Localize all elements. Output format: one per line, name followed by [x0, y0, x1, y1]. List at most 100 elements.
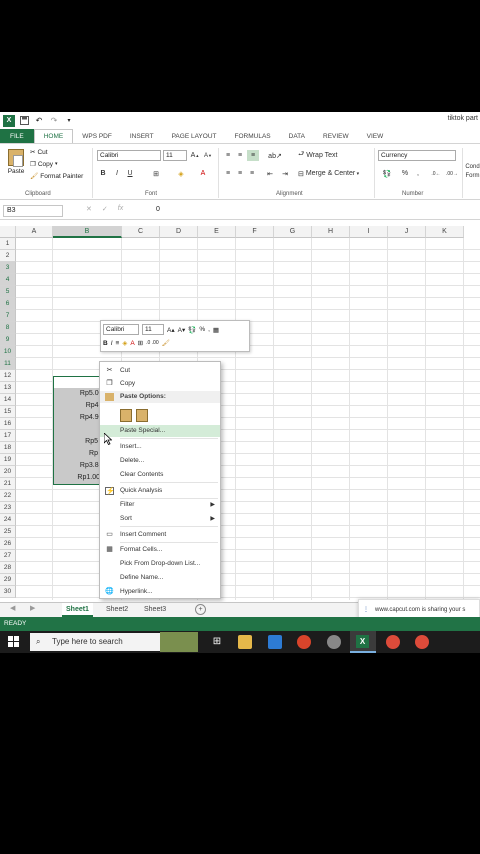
- column-header-b[interactable]: B: [53, 226, 122, 238]
- vscode-icon[interactable]: [268, 635, 282, 649]
- font-color-icon[interactable]: A: [130, 340, 134, 347]
- font-size-select[interactable]: 11: [163, 150, 187, 161]
- copy-button[interactable]: ❐ Copy ▾: [30, 160, 58, 169]
- menu-item-sort[interactable]: Sort ▶: [100, 513, 220, 525]
- row-header-28[interactable]: 28: [0, 562, 16, 574]
- font-name-select[interactable]: Calibri: [97, 150, 161, 161]
- row-header-2[interactable]: 2: [0, 250, 16, 262]
- menu-item-insert[interactable]: Insert...: [100, 441, 220, 453]
- row-header-24[interactable]: 24: [0, 514, 16, 526]
- number-format-select[interactable]: Currency: [378, 150, 456, 161]
- menu-item-format-cells[interactable]: ▦ Format Cells...: [100, 544, 220, 556]
- row-header-9[interactable]: 9: [0, 334, 16, 346]
- decrease-font-icon[interactable]: A▾: [178, 326, 186, 334]
- column-header-a[interactable]: A: [16, 226, 53, 238]
- borders-icon[interactable]: ⊞: [138, 339, 143, 347]
- scroll-right-icon[interactable]: ▶: [30, 604, 35, 612]
- mini-font-select[interactable]: Calibri: [103, 324, 139, 335]
- paste-button[interactable]: Paste: [5, 149, 27, 181]
- row-header-19[interactable]: 19: [0, 454, 16, 466]
- row-header-1[interactable]: 1: [0, 238, 16, 250]
- tab-page-layout[interactable]: PAGE LAYOUT: [163, 129, 226, 143]
- row-header-8[interactable]: 8: [0, 322, 16, 334]
- paste-clipboard-icon[interactable]: [136, 409, 148, 422]
- decrease-decimal-icon[interactable]: .00→: [446, 168, 458, 179]
- enter-icon[interactable]: ✓: [102, 205, 108, 213]
- menu-item-pick-from-list[interactable]: Pick From Drop-down List...: [100, 558, 220, 570]
- menu-item-clear-contents[interactable]: Clear Contents: [100, 469, 220, 481]
- menu-item-copy[interactable]: ❐ Copy: [100, 378, 220, 390]
- menu-item-delete[interactable]: Delete...: [100, 455, 220, 467]
- formula-input[interactable]: 0: [156, 206, 160, 213]
- row-header-6[interactable]: 6: [0, 298, 16, 310]
- tab-sheet2[interactable]: Sheet2: [102, 603, 132, 617]
- row-header-7[interactable]: 7: [0, 310, 16, 322]
- increase-font-icon[interactable]: A ▲: [190, 150, 200, 161]
- underline-button[interactable]: U: [125, 168, 135, 179]
- align-center-icon[interactable]: ≡: [116, 340, 120, 347]
- column-header-c[interactable]: C: [122, 226, 160, 238]
- chrome-icon-2[interactable]: [415, 635, 429, 649]
- row-header-4[interactable]: 4: [0, 274, 16, 286]
- fx-icon[interactable]: fx: [118, 205, 123, 213]
- format-painter-button[interactable]: 🖌 Format Painter: [30, 172, 83, 181]
- decrease-indent-icon[interactable]: ⇤: [265, 168, 275, 179]
- column-header-e[interactable]: E: [198, 226, 236, 238]
- cancel-icon[interactable]: ✕: [86, 205, 92, 213]
- decrease-font-icon[interactable]: A ▼: [203, 150, 213, 161]
- align-left-icon[interactable]: ≡: [223, 168, 233, 179]
- row-header-26[interactable]: 26: [0, 538, 16, 550]
- save-icon[interactable]: [18, 115, 30, 127]
- row-header-11[interactable]: 11: [0, 358, 16, 370]
- row-header-12[interactable]: 12: [0, 370, 16, 382]
- row-header-21[interactable]: 21: [0, 478, 16, 490]
- mini-size-select[interactable]: 11: [142, 324, 164, 335]
- increase-decimal-icon[interactable]: .0←: [430, 168, 442, 179]
- undo-icon[interactable]: ↶: [33, 115, 45, 127]
- align-bottom-icon[interactable]: ≡: [247, 150, 259, 161]
- conditional-formatting-button[interactable]: Cond: [465, 162, 480, 171]
- accounting-format-icon[interactable]: 💱: [188, 326, 196, 334]
- taskbar-search-box[interactable]: ⌕ Type here to search: [30, 633, 172, 651]
- select-all-corner[interactable]: [0, 226, 16, 238]
- percent-style-icon[interactable]: %: [199, 326, 205, 333]
- column-header-f[interactable]: F: [236, 226, 274, 238]
- fill-color-icon[interactable]: ◈: [175, 168, 187, 179]
- column-header-g[interactable]: G: [274, 226, 312, 238]
- menu-item-hyperlink[interactable]: 🌐 Hyperlink...: [100, 586, 220, 598]
- customize-qa-icon[interactable]: ▾: [63, 115, 75, 127]
- column-header-h[interactable]: H: [312, 226, 350, 238]
- file-explorer-icon[interactable]: [238, 635, 252, 649]
- row-header-27[interactable]: 27: [0, 550, 16, 562]
- row-header-13[interactable]: 13: [0, 382, 16, 394]
- app-icon[interactable]: [327, 635, 341, 649]
- align-middle-icon[interactable]: ≡: [235, 150, 245, 161]
- excel-taskbar-button[interactable]: X: [350, 631, 376, 653]
- column-header-k[interactable]: K: [426, 226, 464, 238]
- row-header-23[interactable]: 23: [0, 502, 16, 514]
- bold-button[interactable]: B: [103, 340, 108, 347]
- tab-sheet1[interactable]: Sheet1: [62, 603, 93, 617]
- merge-center-button[interactable]: ⊟ Merge & Center ▾: [298, 168, 370, 179]
- column-header-j[interactable]: J: [388, 226, 426, 238]
- paintbrush-icon[interactable]: 🖌: [162, 339, 170, 347]
- menu-item-paste-special[interactable]: Paste Special...: [100, 425, 220, 437]
- column-header-d[interactable]: D: [160, 226, 198, 238]
- tab-file[interactable]: FILE: [0, 129, 34, 143]
- comma-style-icon[interactable]: ,: [414, 168, 422, 179]
- align-top-icon[interactable]: ≡: [223, 150, 233, 161]
- orientation-icon[interactable]: ab↗: [268, 150, 282, 161]
- row-header-14[interactable]: 14: [0, 394, 16, 406]
- cell-b8[interactable]: Rp5: [54, 436, 98, 448]
- row-header-18[interactable]: 18: [0, 442, 16, 454]
- cell-b9[interactable]: Rp: [54, 448, 98, 460]
- align-right-icon[interactable]: ≡: [247, 168, 257, 179]
- row-header-10[interactable]: 10: [0, 346, 16, 358]
- tab-data[interactable]: DATA: [280, 129, 314, 143]
- add-sheet-icon[interactable]: +: [195, 604, 206, 615]
- paste-values-icon[interactable]: [120, 409, 132, 422]
- menu-item-define-name[interactable]: Define Name...: [100, 572, 220, 584]
- task-view-icon[interactable]: ⊞: [210, 635, 224, 649]
- comma-style-icon[interactable]: ,: [208, 326, 210, 333]
- row-header-22[interactable]: 22: [0, 490, 16, 502]
